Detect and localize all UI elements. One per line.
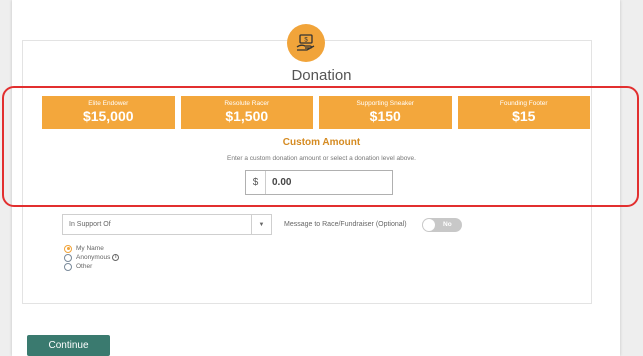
level-elite-endower[interactable]: Elite Endower $15,000 — [42, 96, 175, 129]
info-icon[interactable]: i — [112, 254, 120, 261]
message-label: Message to Race/Fundraiser (Optional) — [284, 221, 407, 228]
level-name: Resolute Racer — [224, 100, 270, 107]
currency-symbol: $ — [246, 171, 266, 194]
level-founding-footer[interactable]: Founding Footer $15 — [457, 96, 590, 129]
level-amount: $1,500 — [225, 108, 269, 124]
radio-button[interactable] — [64, 244, 72, 253]
donation-hand-icon: $ — [287, 24, 325, 62]
custom-amount-input[interactable] — [266, 171, 386, 194]
level-name: Elite Endower — [88, 100, 129, 107]
toggle-label: No — [443, 221, 452, 228]
page-title: Donation — [291, 67, 352, 84]
radio-option-anonymous[interactable]: Anonymous i — [64, 253, 120, 262]
radio-label: Other — [76, 263, 93, 270]
custom-amount-field: $ — [245, 170, 393, 195]
radio-option-my-name[interactable]: My Name — [64, 244, 119, 253]
radio-label: My Name — [76, 245, 104, 252]
message-toggle[interactable]: No — [422, 218, 462, 232]
radio-button[interactable] — [64, 262, 72, 271]
level-supporting-sneaker[interactable]: Supporting Sneaker $150 — [319, 96, 452, 129]
level-resolute-racer[interactable]: Resolute Racer $1,500 — [180, 96, 313, 129]
radio-label: Anonymous — [76, 254, 111, 261]
chevron-down-icon: ▼ — [251, 215, 271, 234]
radio-button[interactable] — [64, 253, 72, 262]
level-name: Supporting Sneaker — [356, 100, 414, 107]
radio-option-other[interactable]: Other — [64, 262, 119, 271]
continue-button[interactable]: Continue — [27, 335, 110, 356]
level-amount: $15,000 — [82, 108, 134, 124]
support-select-value: In Support Of — [69, 221, 111, 228]
support-select[interactable]: In Support Of ▼ — [62, 214, 272, 235]
custom-amount-title: Custom Amount — [282, 137, 361, 148]
level-amount: $15 — [512, 108, 536, 124]
toggle-knob — [423, 219, 435, 231]
custom-amount-hint: Enter a custom donation amount or select… — [227, 155, 416, 162]
level-name: Founding Footer — [499, 100, 548, 107]
support-radio-group: My Name Anonymous i Other — [64, 244, 120, 271]
level-amount: $150 — [369, 108, 401, 124]
donation-levels: Elite Endower $15,000 Resolute Racer $1,… — [42, 96, 590, 129]
